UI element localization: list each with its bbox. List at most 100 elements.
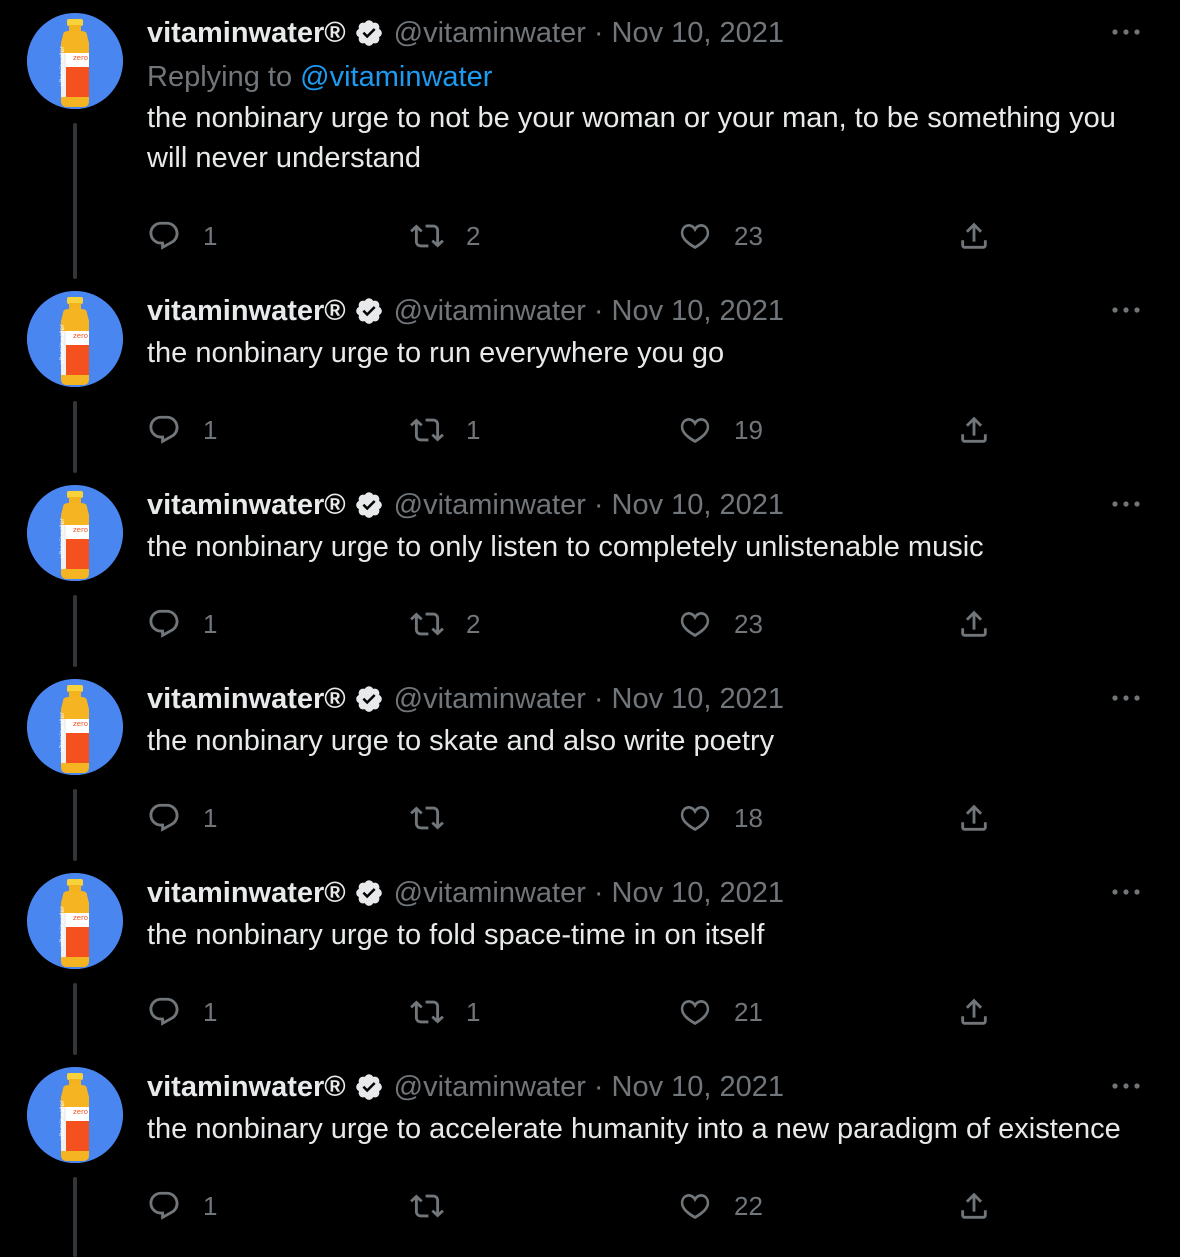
reply-icon xyxy=(149,415,179,444)
author-name[interactable]: vitaminwater® xyxy=(147,683,346,716)
avatar[interactable]: vitaminwater zero xyxy=(27,679,123,775)
vitaminwater-bottle-icon: vitaminwater zero xyxy=(27,1067,123,1163)
reply-icon xyxy=(149,221,179,250)
vitaminwater-bottle-icon: vitaminwater zero xyxy=(27,13,123,109)
tweet-text: the nonbinary urge to accelerate humanit… xyxy=(147,1113,1121,1145)
retweet-button[interactable] xyxy=(410,796,466,840)
share-button[interactable] xyxy=(957,796,991,840)
reply-button[interactable]: 1 xyxy=(147,1184,217,1228)
tweet-actions: 1 18 xyxy=(147,796,1027,840)
author-handle[interactable]: @vitaminwater xyxy=(394,1071,586,1104)
more-icon[interactable] xyxy=(1108,17,1144,47)
author-handle[interactable]: @vitaminwater xyxy=(394,17,586,50)
share-button[interactable] xyxy=(957,214,991,258)
like-button[interactable]: 19 xyxy=(678,408,763,452)
tweet[interactable]: vitaminwater zero vitaminwater® @vitamin… xyxy=(0,291,1180,485)
more-icon[interactable] xyxy=(1108,877,1144,907)
author-handle[interactable]: @vitaminwater xyxy=(394,877,586,910)
reply-button[interactable]: 1 xyxy=(147,990,217,1034)
verified-badge-icon xyxy=(354,1072,384,1102)
retweet-button[interactable] xyxy=(410,1184,466,1228)
thread-line xyxy=(73,1177,77,1257)
retweet-icon xyxy=(410,224,444,248)
tweet[interactable]: vitaminwater zero vitaminwater® @vitamin… xyxy=(0,679,1180,873)
retweet-icon xyxy=(410,418,444,442)
replying-to-link[interactable]: @vitaminwater xyxy=(300,61,492,93)
retweet-button[interactable]: 1 xyxy=(410,408,480,452)
tweet-date[interactable]: Nov 10, 2021 xyxy=(612,683,785,716)
like-icon xyxy=(680,1000,710,1026)
tweet[interactable]: vitaminwater zero vitaminwater® @vitamin… xyxy=(0,1067,1180,1257)
author-name[interactable]: vitaminwater® xyxy=(147,295,346,328)
tweet-content: vitaminwater® @vitaminwater · Nov 10, 20… xyxy=(147,1067,1160,1149)
share-button[interactable] xyxy=(957,602,991,646)
tweet-content: vitaminwater® @vitaminwater · Nov 10, 20… xyxy=(147,291,1160,373)
tweet-content: vitaminwater® @vitaminwater · Nov 10, 20… xyxy=(147,873,1160,955)
reply-button[interactable]: 1 xyxy=(147,408,217,452)
reply-button[interactable]: 1 xyxy=(147,796,217,840)
like-button[interactable]: 21 xyxy=(678,990,763,1034)
like-icon xyxy=(680,224,710,250)
reply-icon xyxy=(149,803,179,832)
share-icon xyxy=(961,222,987,249)
retweet-button[interactable]: 1 xyxy=(410,990,480,1034)
author-name[interactable]: vitaminwater® xyxy=(147,1071,346,1104)
thread-line xyxy=(73,983,77,1055)
like-icon xyxy=(680,806,710,832)
author-name[interactable]: vitaminwater® xyxy=(147,17,346,50)
avatar[interactable]: vitaminwater zero xyxy=(27,485,123,581)
thread-line xyxy=(73,401,77,473)
tweet-actions: 1 2 23 xyxy=(147,214,1027,258)
tweet-date[interactable]: Nov 10, 2021 xyxy=(612,295,785,328)
reply-count: 1 xyxy=(203,220,218,251)
tweet-header: vitaminwater® @vitaminwater · Nov 10, 20… xyxy=(147,485,1160,525)
tweet-date[interactable]: Nov 10, 2021 xyxy=(612,489,785,522)
share-button[interactable] xyxy=(957,1184,991,1228)
replying-prefix: Replying to xyxy=(147,61,301,93)
avatar[interactable]: vitaminwater zero xyxy=(27,873,123,969)
svg-text:zero: zero xyxy=(73,720,88,728)
retweet-count: 2 xyxy=(466,220,481,251)
reply-count: 1 xyxy=(203,608,218,639)
author-handle[interactable]: @vitaminwater xyxy=(394,683,586,716)
avatar[interactable]: vitaminwater zero xyxy=(27,291,123,387)
reply-button[interactable]: 1 xyxy=(147,214,217,258)
reply-button[interactable]: 1 xyxy=(147,602,217,646)
share-button[interactable] xyxy=(957,408,991,452)
tweet-date[interactable]: Nov 10, 2021 xyxy=(612,1071,785,1104)
tweet-content: vitaminwater® @vitaminwater · Nov 10, 20… xyxy=(147,485,1160,567)
author-name[interactable]: vitaminwater® xyxy=(147,489,346,522)
more-icon[interactable] xyxy=(1108,489,1144,519)
like-button[interactable]: 18 xyxy=(678,796,763,840)
verified-badge-icon xyxy=(354,18,384,48)
like-button[interactable]: 23 xyxy=(678,602,763,646)
reply-count: 1 xyxy=(203,996,218,1027)
thread-line xyxy=(73,789,77,861)
like-button[interactable]: 23 xyxy=(678,214,763,258)
tweet[interactable]: vitaminwater zero vitaminwater® @vitamin… xyxy=(0,873,1180,1067)
tweet-date[interactable]: Nov 10, 2021 xyxy=(612,877,785,910)
tweet[interactable]: vitaminwater zero vitaminwater® @vitamin… xyxy=(0,13,1180,291)
like-button[interactable]: 22 xyxy=(678,1184,763,1228)
svg-text:zero: zero xyxy=(73,1108,88,1116)
retweet-icon xyxy=(410,806,444,830)
author-handle[interactable]: @vitaminwater xyxy=(394,295,586,328)
more-icon[interactable] xyxy=(1108,683,1144,713)
tweet-date[interactable]: Nov 10, 2021 xyxy=(612,17,785,50)
separator-dot: · xyxy=(593,16,604,49)
author-name[interactable]: vitaminwater® xyxy=(147,877,346,910)
reply-count: 1 xyxy=(203,802,218,833)
reply-count: 1 xyxy=(203,414,218,445)
more-icon[interactable] xyxy=(1108,1071,1144,1101)
more-icon[interactable] xyxy=(1108,295,1144,325)
retweet-button[interactable]: 2 xyxy=(410,214,480,258)
share-button[interactable] xyxy=(957,990,991,1034)
replying-to: Replying to @vitaminwater xyxy=(147,58,1160,96)
thread-line xyxy=(73,123,77,279)
retweet-button[interactable]: 2 xyxy=(410,602,480,646)
avatar[interactable]: vitaminwater zero xyxy=(27,13,123,109)
tweet-actions: 1 1 21 xyxy=(147,990,1027,1034)
avatar[interactable]: vitaminwater zero xyxy=(27,1067,123,1163)
author-handle[interactable]: @vitaminwater xyxy=(394,489,586,522)
tweet[interactable]: vitaminwater zero vitaminwater® @vitamin… xyxy=(0,485,1180,679)
